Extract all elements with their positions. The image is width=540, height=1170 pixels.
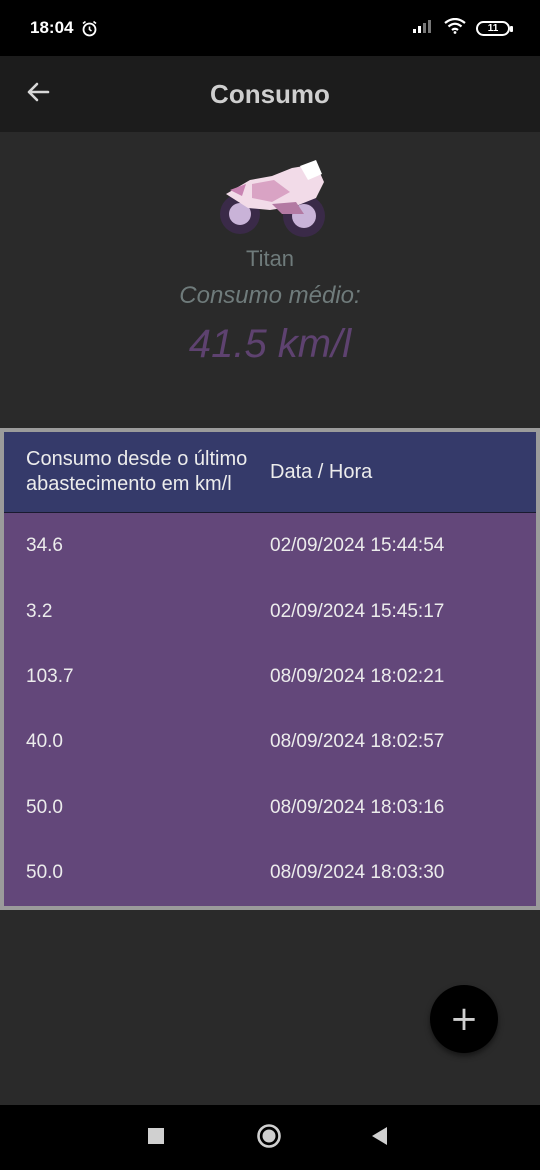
plus-icon: + — [449, 999, 479, 1039]
table-row[interactable]: 40.0 08/09/2024 18:02:57 — [4, 710, 536, 775]
wifi-icon — [444, 17, 466, 39]
average-consumption-value: 41.5 km/l — [188, 322, 352, 366]
consumption-cell: 50.0 — [26, 862, 63, 884]
consumption-cell: 50.0 — [26, 796, 63, 818]
back-button[interactable] — [22, 78, 54, 110]
alarm-icon — [81, 20, 98, 37]
datetime-cell: 08/09/2024 18:03:30 — [270, 862, 445, 884]
table-header: Consumo desde o último abastecimento em … — [4, 432, 536, 514]
average-consumption-label: Consumo médio: — [179, 282, 361, 309]
table-row[interactable]: 50.0 08/09/2024 18:03:16 — [4, 775, 536, 840]
consumption-cell: 3.2 — [26, 600, 53, 622]
square-icon — [147, 1127, 165, 1150]
arrow-left-icon — [25, 79, 51, 110]
consumption-cell: 40.0 — [26, 731, 63, 753]
table-row[interactable]: 103.7 08/09/2024 18:02:21 — [4, 644, 536, 709]
triangle-back-icon — [370, 1126, 388, 1151]
home-button[interactable] — [256, 1123, 282, 1154]
column-header-datetime: Data / Hora — [270, 460, 373, 483]
page-title: Consumo — [210, 78, 330, 109]
summary-section: Titan Consumo médio: 41.5 km/l — [0, 132, 540, 428]
datetime-cell: 08/09/2024 18:03:16 — [270, 796, 445, 818]
motorcycle-image — [212, 154, 328, 244]
add-refuel-button[interactable]: + — [430, 985, 498, 1053]
datetime-cell: 08/09/2024 18:02:21 — [270, 665, 445, 687]
battery-icon: 11 — [476, 20, 513, 36]
status-time: 18:04 — [30, 18, 74, 37]
table-row[interactable]: 34.6 02/09/2024 15:44:54 — [4, 513, 536, 578]
bike-name: Titan — [245, 246, 295, 271]
status-icons: 11 — [412, 17, 513, 39]
signal-icon — [412, 18, 434, 39]
app-bar: Consumo — [0, 56, 540, 132]
datetime-cell: 02/09/2024 15:44:54 — [270, 535, 445, 557]
back-nav-button[interactable] — [366, 1125, 392, 1151]
consumption-cell: 103.7 — [26, 665, 74, 687]
system-nav-bar — [0, 1105, 540, 1170]
datetime-cell: 08/09/2024 18:02:57 — [270, 731, 445, 753]
status-bar: 18:04 11 — [0, 0, 540, 56]
consumption-table: Consumo desde o último abastecimento em … — [4, 432, 536, 906]
column-header-consumption: Consumo desde o último abastecimento em … — [26, 448, 248, 496]
consumption-table-frame: Consumo desde o último abastecimento em … — [0, 428, 540, 910]
table-row[interactable]: 3.2 02/09/2024 15:45:17 — [4, 579, 536, 644]
recent-apps-button[interactable] — [143, 1125, 169, 1151]
consumption-cell: 34.6 — [26, 535, 63, 557]
table-row[interactable]: 50.0 08/09/2024 18:03:30 — [4, 841, 536, 906]
circle-icon — [256, 1123, 282, 1154]
datetime-cell: 02/09/2024 15:45:17 — [270, 600, 445, 622]
